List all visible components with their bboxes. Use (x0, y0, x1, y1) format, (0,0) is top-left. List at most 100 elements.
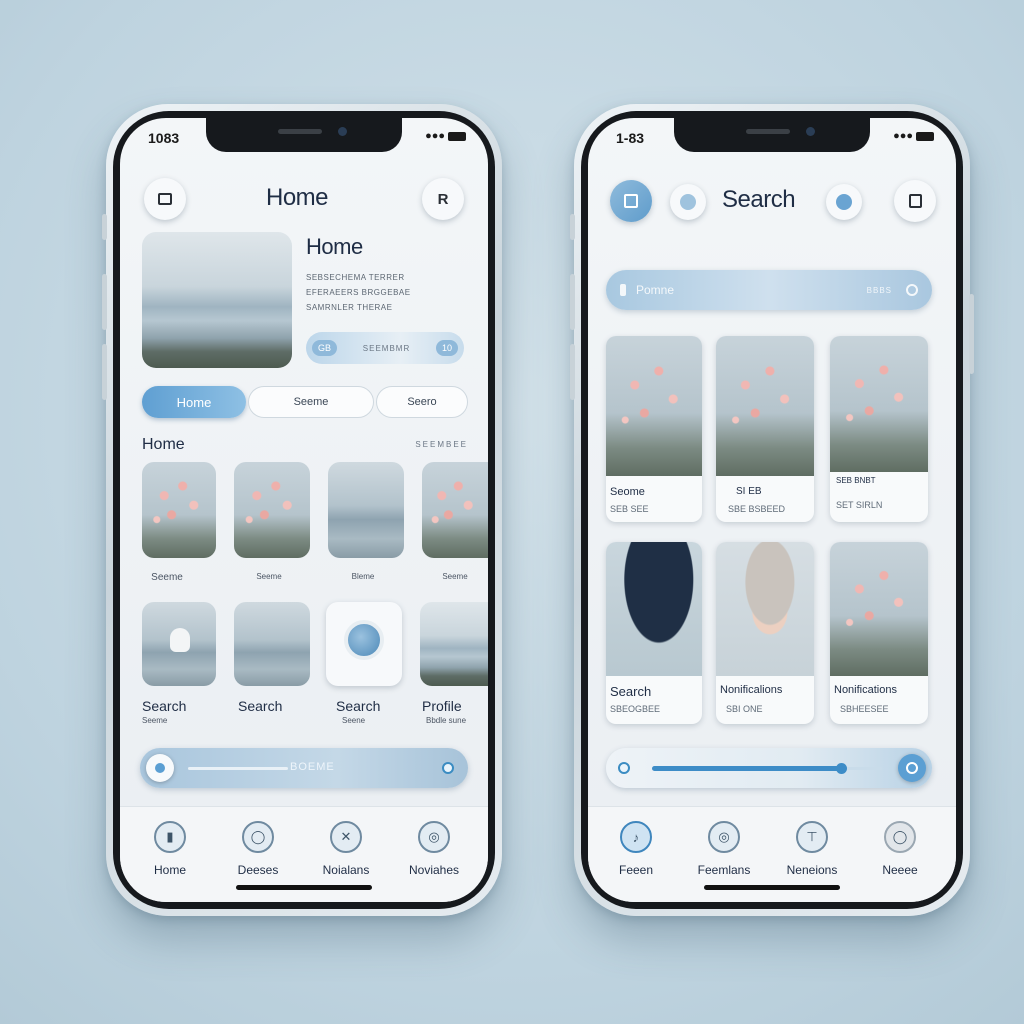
page-title: Home (266, 184, 329, 211)
mute-switch (570, 214, 575, 240)
tabbar-item-neeee[interactable]: ◯ Neeee (860, 821, 940, 877)
result-card[interactable]: Search SBEOGBEE (606, 542, 702, 724)
home-indicator[interactable] (704, 885, 840, 890)
signal-icon: ●●● (425, 130, 445, 142)
slider-track (188, 767, 288, 770)
tabbar-label: Feemlans (697, 863, 751, 877)
slider-knob[interactable] (146, 754, 174, 782)
card-label: Nonificalions (720, 684, 783, 696)
tabbar-item-feemlans[interactable]: ◎ Feemlans (684, 821, 764, 877)
grid-caption: Seeme (256, 572, 282, 581)
section-title: Home (142, 436, 185, 453)
status-time: 1-83 (616, 130, 645, 146)
copy-icon (908, 194, 922, 208)
playback-slider[interactable]: BOEME (140, 748, 468, 788)
tabbar-item-home[interactable]: ▮ Home (130, 821, 210, 877)
battery-icon (916, 131, 934, 141)
slider-fill (652, 766, 841, 771)
phone-left: 1083 ●●● Home R Home SEBSECHEMA TERRER E… (102, 104, 502, 916)
screen-home: 1083 ●●● Home R Home SEBSECHEMA TERRER E… (120, 118, 488, 902)
grid-image[interactable] (422, 462, 488, 558)
tabbar-label: Feeen (618, 863, 654, 877)
grid-caption: Bleme (351, 572, 375, 581)
card-image (830, 336, 928, 472)
hero-desc-line: SAMRNLER THERAE (306, 303, 393, 312)
status-time: 1083 (148, 130, 180, 146)
tabbar-label: Neneions (786, 863, 838, 877)
tabbar-item-neneions[interactable]: ⊤ Neneions (772, 821, 852, 877)
volume-down-button (570, 344, 575, 400)
tab-home[interactable]: Home (142, 386, 246, 418)
card-image (716, 336, 814, 476)
slider-thumb[interactable] (835, 763, 847, 774)
notch (206, 118, 402, 152)
profile-button[interactable]: R (422, 178, 464, 220)
search-input[interactable]: Pomne (636, 283, 674, 297)
tabbar-item-noviahes[interactable]: ◎ Noviahes (394, 821, 474, 877)
result-card[interactable]: SI EB SBE BSBEED (716, 336, 814, 522)
favorite-button[interactable] (826, 184, 862, 220)
status-icons: ●●● (425, 130, 466, 142)
tabbar-item-deeses[interactable]: ◯ Deeses (218, 821, 298, 877)
card-sub: SEB SEE (610, 504, 649, 514)
grid-button-tile[interactable] (326, 602, 402, 686)
tabbar-item-feeen[interactable]: ♪ Feeen (596, 821, 676, 877)
grid-image[interactable] (328, 462, 404, 558)
hero-action-pill[interactable]: GB SEEMBMR 10 (306, 332, 464, 364)
tabbar-label: Deeses (237, 863, 279, 877)
tabbar-item-noialans[interactable]: ✕ Noialans (306, 821, 386, 877)
home-indicator[interactable] (236, 885, 372, 890)
slider-label: BOEME (290, 761, 335, 773)
slider-end-knob[interactable] (898, 754, 926, 782)
grid-image[interactable] (420, 602, 488, 686)
result-card[interactable]: Nonificalions SBI ONE (716, 542, 814, 724)
slider-end-icon (442, 762, 454, 774)
slider-track (652, 763, 882, 774)
card-image-portrait (606, 542, 702, 676)
tab-seeme[interactable]: Seeme (248, 386, 374, 418)
menu-button[interactable] (144, 178, 186, 220)
grid-label: Search (142, 698, 187, 714)
profile-initial: R (437, 190, 449, 208)
grid-caption: Seeme (442, 572, 468, 581)
grid-image[interactable] (234, 602, 310, 686)
tabbar-label: Noviahes (408, 863, 460, 877)
heart-icon (836, 194, 852, 210)
search-icon (906, 284, 918, 296)
shell-shape (170, 628, 190, 652)
grid-sub: Seeme (142, 716, 168, 725)
section-see-all-link[interactable]: SEEMBEE (415, 440, 468, 449)
tab-seero[interactable]: Seero (376, 386, 468, 418)
status-icons: ●●● (893, 130, 934, 142)
grid-image[interactable] (142, 602, 216, 686)
tabbar-label: Noialans (322, 863, 370, 877)
square-icon (158, 193, 172, 205)
hero-image[interactable] (142, 232, 292, 368)
screen-search: 1-83 ●●● Search Pomne BBBS Seome SEB SEE… (588, 118, 956, 902)
tabbar-label: Home (153, 863, 186, 877)
copy-button[interactable] (894, 180, 936, 222)
result-card[interactable]: SEB BNBT SET SIRLN (830, 336, 928, 522)
tool-icon: ⊤ (796, 821, 828, 853)
layout-button[interactable] (610, 180, 652, 222)
card-label: Nonifications (834, 684, 897, 696)
filter-button[interactable] (670, 184, 706, 220)
close-icon: ✕ (330, 821, 362, 853)
grid-image[interactable] (234, 462, 310, 558)
result-card[interactable]: Nonifications SBHEESEE (830, 542, 928, 724)
hero-title: Home (306, 234, 363, 259)
card-label: Seome (610, 486, 645, 498)
grid-caption: Seeme (151, 572, 183, 583)
power-button (969, 294, 974, 374)
grid-label: Search (336, 698, 381, 714)
circle-icon: ◯ (884, 821, 916, 853)
hero-description: SEBSECHEMA TERRER EFERAEERS BRGGEBAE SAM… (306, 270, 411, 315)
mute-switch (102, 214, 107, 240)
progress-slider[interactable] (606, 748, 932, 788)
hero-pill-text: SEEMBMR (362, 343, 411, 353)
result-card[interactable]: Seome SEB SEE (606, 336, 702, 522)
search-right-text: BBBS (866, 285, 892, 295)
hero-pill-right: 10 (435, 340, 458, 356)
search-bar[interactable]: Pomne BBBS (606, 270, 932, 310)
grid-image[interactable] (142, 462, 216, 558)
